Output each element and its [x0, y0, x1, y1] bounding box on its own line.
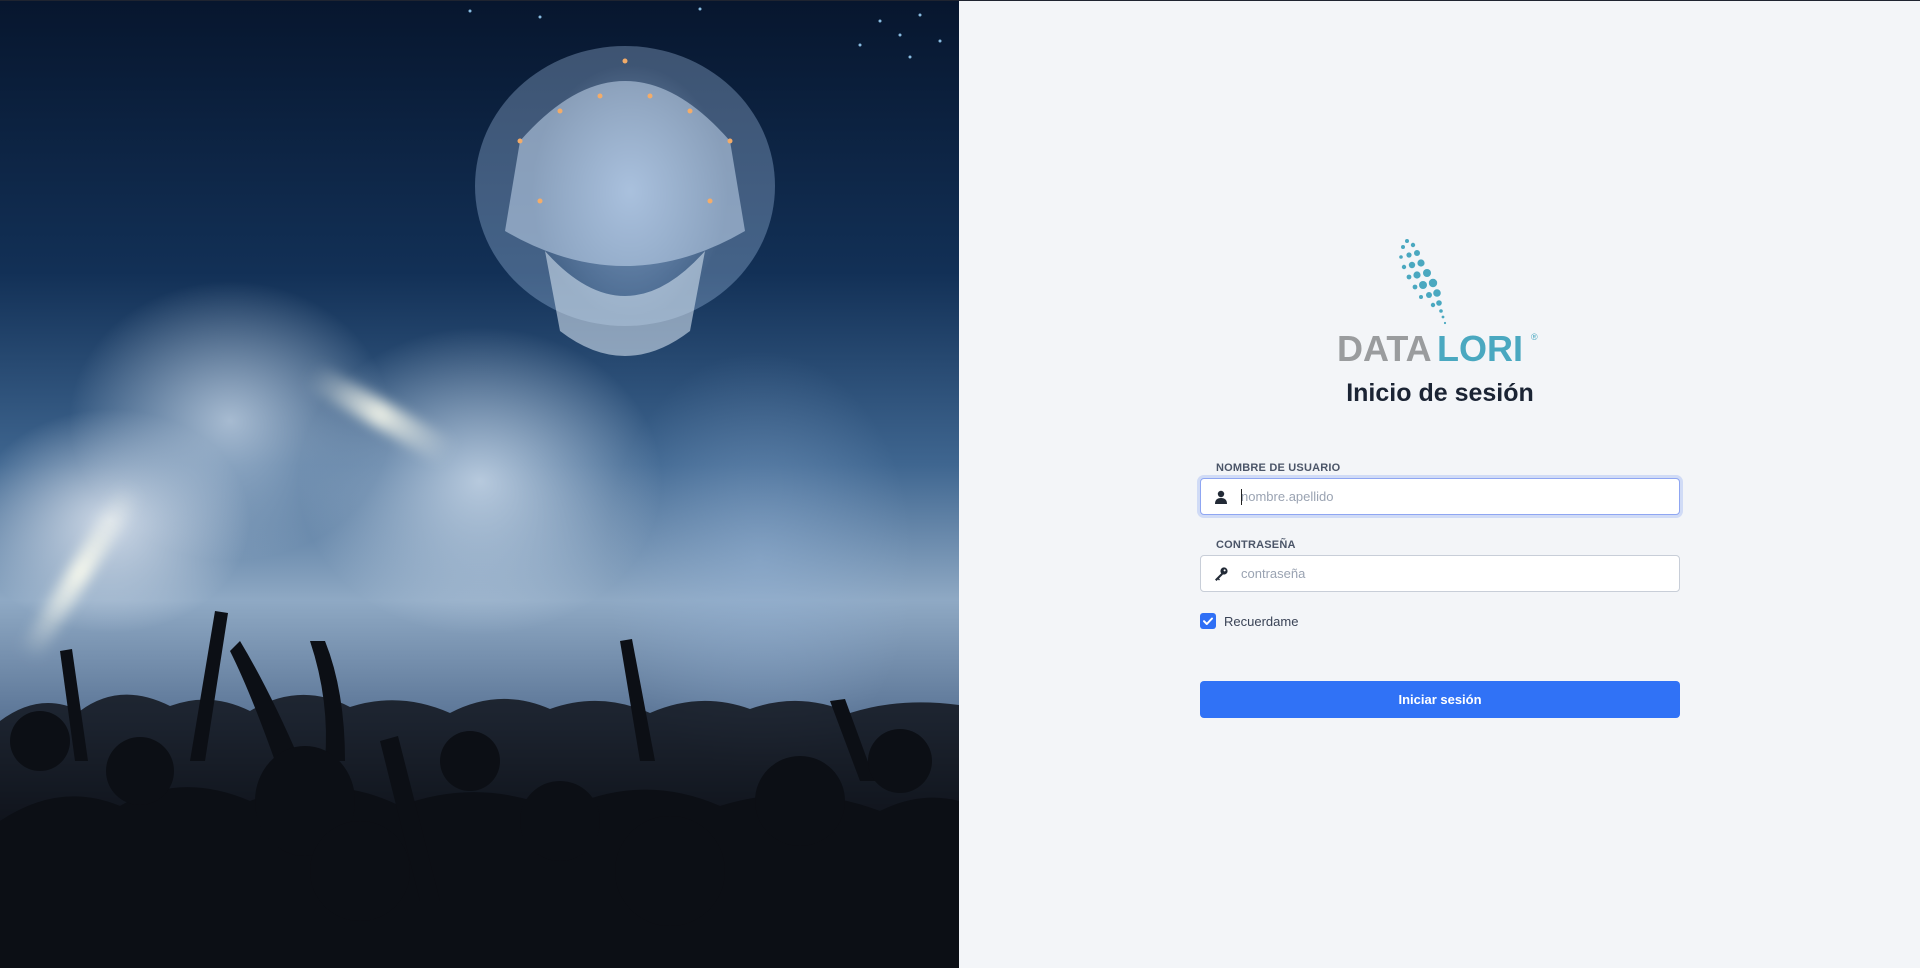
logo-data-text: DATA	[1337, 328, 1432, 365]
login-panel: DATA LORI ® Inicio de sesión NOMBRE DE U…	[960, 1, 1920, 968]
page-title: Inicio de sesión	[1346, 379, 1534, 407]
username-field[interactable]	[1200, 478, 1680, 515]
datalori-logo: DATA LORI ®	[1337, 239, 1538, 365]
crowd-silhouette	[0, 7, 959, 968]
user-icon	[1215, 490, 1227, 504]
checkmark-icon	[1203, 617, 1213, 625]
logo-lori-text: LORI	[1437, 328, 1523, 365]
registered-mark: ®	[1531, 332, 1538, 342]
key-icon	[1215, 567, 1228, 581]
text-caret	[1241, 489, 1242, 505]
hero-background-image	[0, 1, 959, 968]
remember-checkbox[interactable]	[1200, 613, 1216, 629]
username-input[interactable]	[1241, 479, 1671, 514]
login-button[interactable]: Iniciar sesión	[1200, 681, 1680, 718]
password-input[interactable]	[1241, 556, 1671, 591]
remember-label[interactable]: Recuerdame	[1224, 614, 1298, 629]
password-field[interactable]	[1200, 555, 1680, 592]
chandelier	[475, 46, 775, 356]
username-label: NOMBRE DE USUARIO	[1216, 462, 1341, 474]
password-label: CONTRASEÑA	[1216, 539, 1296, 551]
parrot-dots-icon	[1399, 239, 1447, 325]
